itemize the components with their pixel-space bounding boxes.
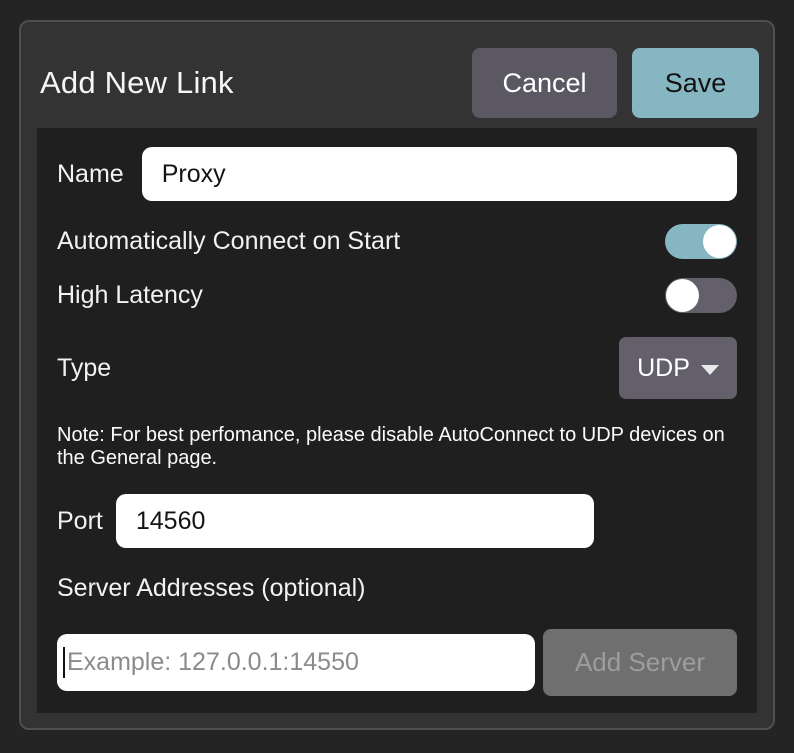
server-address-input-wrap bbox=[57, 634, 535, 691]
type-dropdown[interactable]: UDP bbox=[619, 337, 737, 399]
page-background: Add New Link Cancel Save Name Automatica… bbox=[0, 0, 794, 753]
type-dropdown-value: UDP bbox=[637, 354, 690, 383]
chevron-down-icon bbox=[701, 365, 719, 375]
note-text: Note: For best perfomance, please disabl… bbox=[57, 424, 737, 470]
type-label: Type bbox=[57, 354, 111, 383]
name-row: Name bbox=[57, 147, 737, 201]
add-link-dialog: Add New Link Cancel Save Name Automatica… bbox=[19, 20, 775, 730]
cancel-button[interactable]: Cancel bbox=[472, 48, 617, 118]
header-buttons: Cancel Save bbox=[472, 48, 759, 118]
high-latency-row: High Latency bbox=[57, 278, 737, 313]
text-cursor bbox=[63, 647, 65, 678]
add-server-button[interactable]: Add Server bbox=[543, 629, 737, 696]
toggle-knob bbox=[666, 279, 699, 312]
server-address-input[interactable] bbox=[57, 634, 535, 691]
auto-connect-row: Automatically Connect on Start bbox=[57, 224, 737, 259]
server-addresses-label: Server Addresses (optional) bbox=[57, 574, 737, 603]
link-settings-panel: Name Automatically Connect on Start High… bbox=[37, 128, 757, 713]
type-row: Type UDP bbox=[57, 337, 737, 399]
name-input[interactable] bbox=[142, 147, 737, 201]
server-address-row: Add Server bbox=[57, 629, 737, 696]
auto-connect-toggle[interactable] bbox=[665, 224, 737, 259]
dialog-header: Add New Link Cancel Save bbox=[21, 22, 773, 128]
port-row: Port bbox=[57, 494, 737, 548]
port-label: Port bbox=[57, 507, 103, 536]
high-latency-toggle[interactable] bbox=[665, 278, 737, 313]
toggle-knob bbox=[703, 225, 736, 258]
page-title: Add New Link bbox=[40, 65, 234, 101]
name-label: Name bbox=[57, 160, 124, 189]
auto-connect-label: Automatically Connect on Start bbox=[57, 227, 400, 256]
port-input[interactable] bbox=[116, 494, 594, 548]
save-button[interactable]: Save bbox=[632, 48, 759, 118]
high-latency-label: High Latency bbox=[57, 281, 203, 310]
